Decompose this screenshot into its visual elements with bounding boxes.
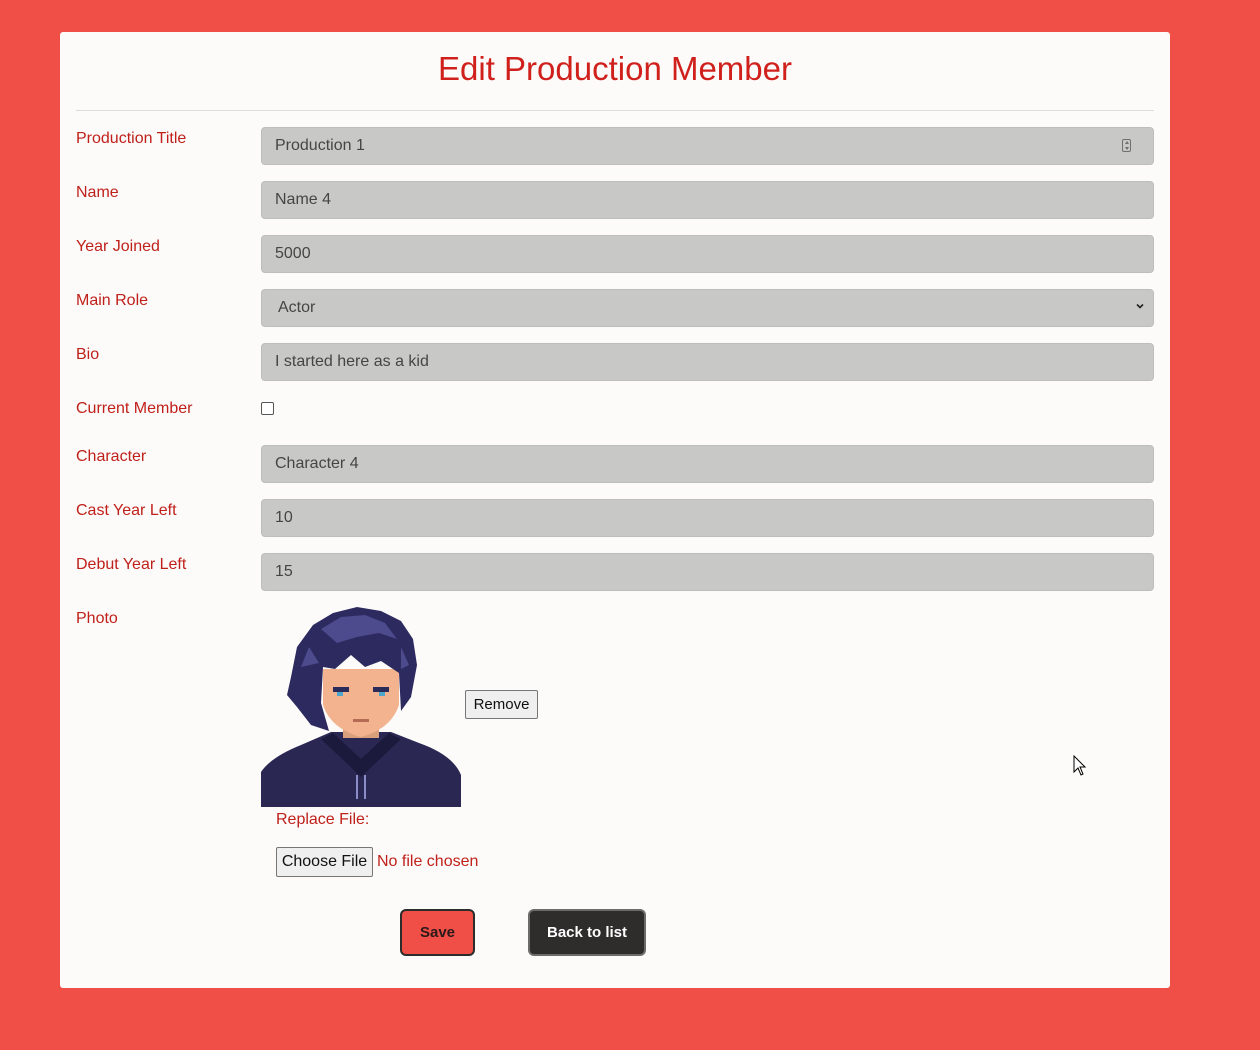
character-input[interactable]: Character 4 <box>261 445 1154 483</box>
bio-input[interactable]: I started here as a kid <box>261 343 1154 381</box>
debut-year-left-input[interactable]: 15 <box>261 553 1154 591</box>
save-button[interactable]: Save <box>400 909 475 956</box>
member-photo <box>261 607 461 807</box>
mouse-cursor-icon <box>1073 755 1087 776</box>
debut-year-left-value: 15 <box>275 563 293 580</box>
name-value: Name 4 <box>275 191 332 208</box>
main-role-select[interactable]: Actor <box>261 289 1154 327</box>
main-role-value: Actor <box>278 299 316 316</box>
no-file-text: No file chosen <box>377 853 479 870</box>
character-value: Character 4 <box>275 455 359 472</box>
back-to-list-button[interactable]: Back to list <box>528 909 646 956</box>
choose-file-button[interactable]: Choose File <box>276 847 373 877</box>
name-input[interactable]: Name 4 <box>261 181 1154 219</box>
production-title-value: Production 1 <box>275 137 365 154</box>
current-member-checkbox[interactable] <box>261 402 274 415</box>
bio-value: I started here as a kid <box>275 353 429 370</box>
remove-photo-button[interactable]: Remove <box>465 690 538 719</box>
edit-card: Edit Production Member Production Title … <box>60 32 1170 988</box>
cast-year-left-value: 10 <box>275 509 293 526</box>
bio-label: Bio <box>76 346 100 363</box>
cast-year-left-input[interactable]: 10 <box>261 499 1154 537</box>
production-title-label: Production Title <box>76 130 187 147</box>
photo-label: Photo <box>76 610 118 627</box>
spinner-icon[interactable] <box>1122 139 1131 152</box>
page-title: Edit Production Member <box>438 50 792 87</box>
year-joined-input[interactable]: 5000 <box>261 235 1154 273</box>
cast-year-left-label: Cast Year Left <box>76 502 177 519</box>
chevron-down-icon <box>1136 303 1144 309</box>
replace-file-label: Replace File: <box>276 811 370 828</box>
current-member-label: Current Member <box>76 400 193 417</box>
year-joined-label: Year Joined <box>76 238 160 255</box>
debut-year-left-label: Debut Year Left <box>76 556 187 573</box>
production-title-input[interactable]: Production 1 <box>261 127 1154 165</box>
character-label: Character <box>76 448 147 465</box>
year-joined-value: 5000 <box>275 245 311 262</box>
main-role-label: Main Role <box>76 292 149 309</box>
name-label: Name <box>76 184 119 201</box>
title-divider <box>76 110 1154 111</box>
